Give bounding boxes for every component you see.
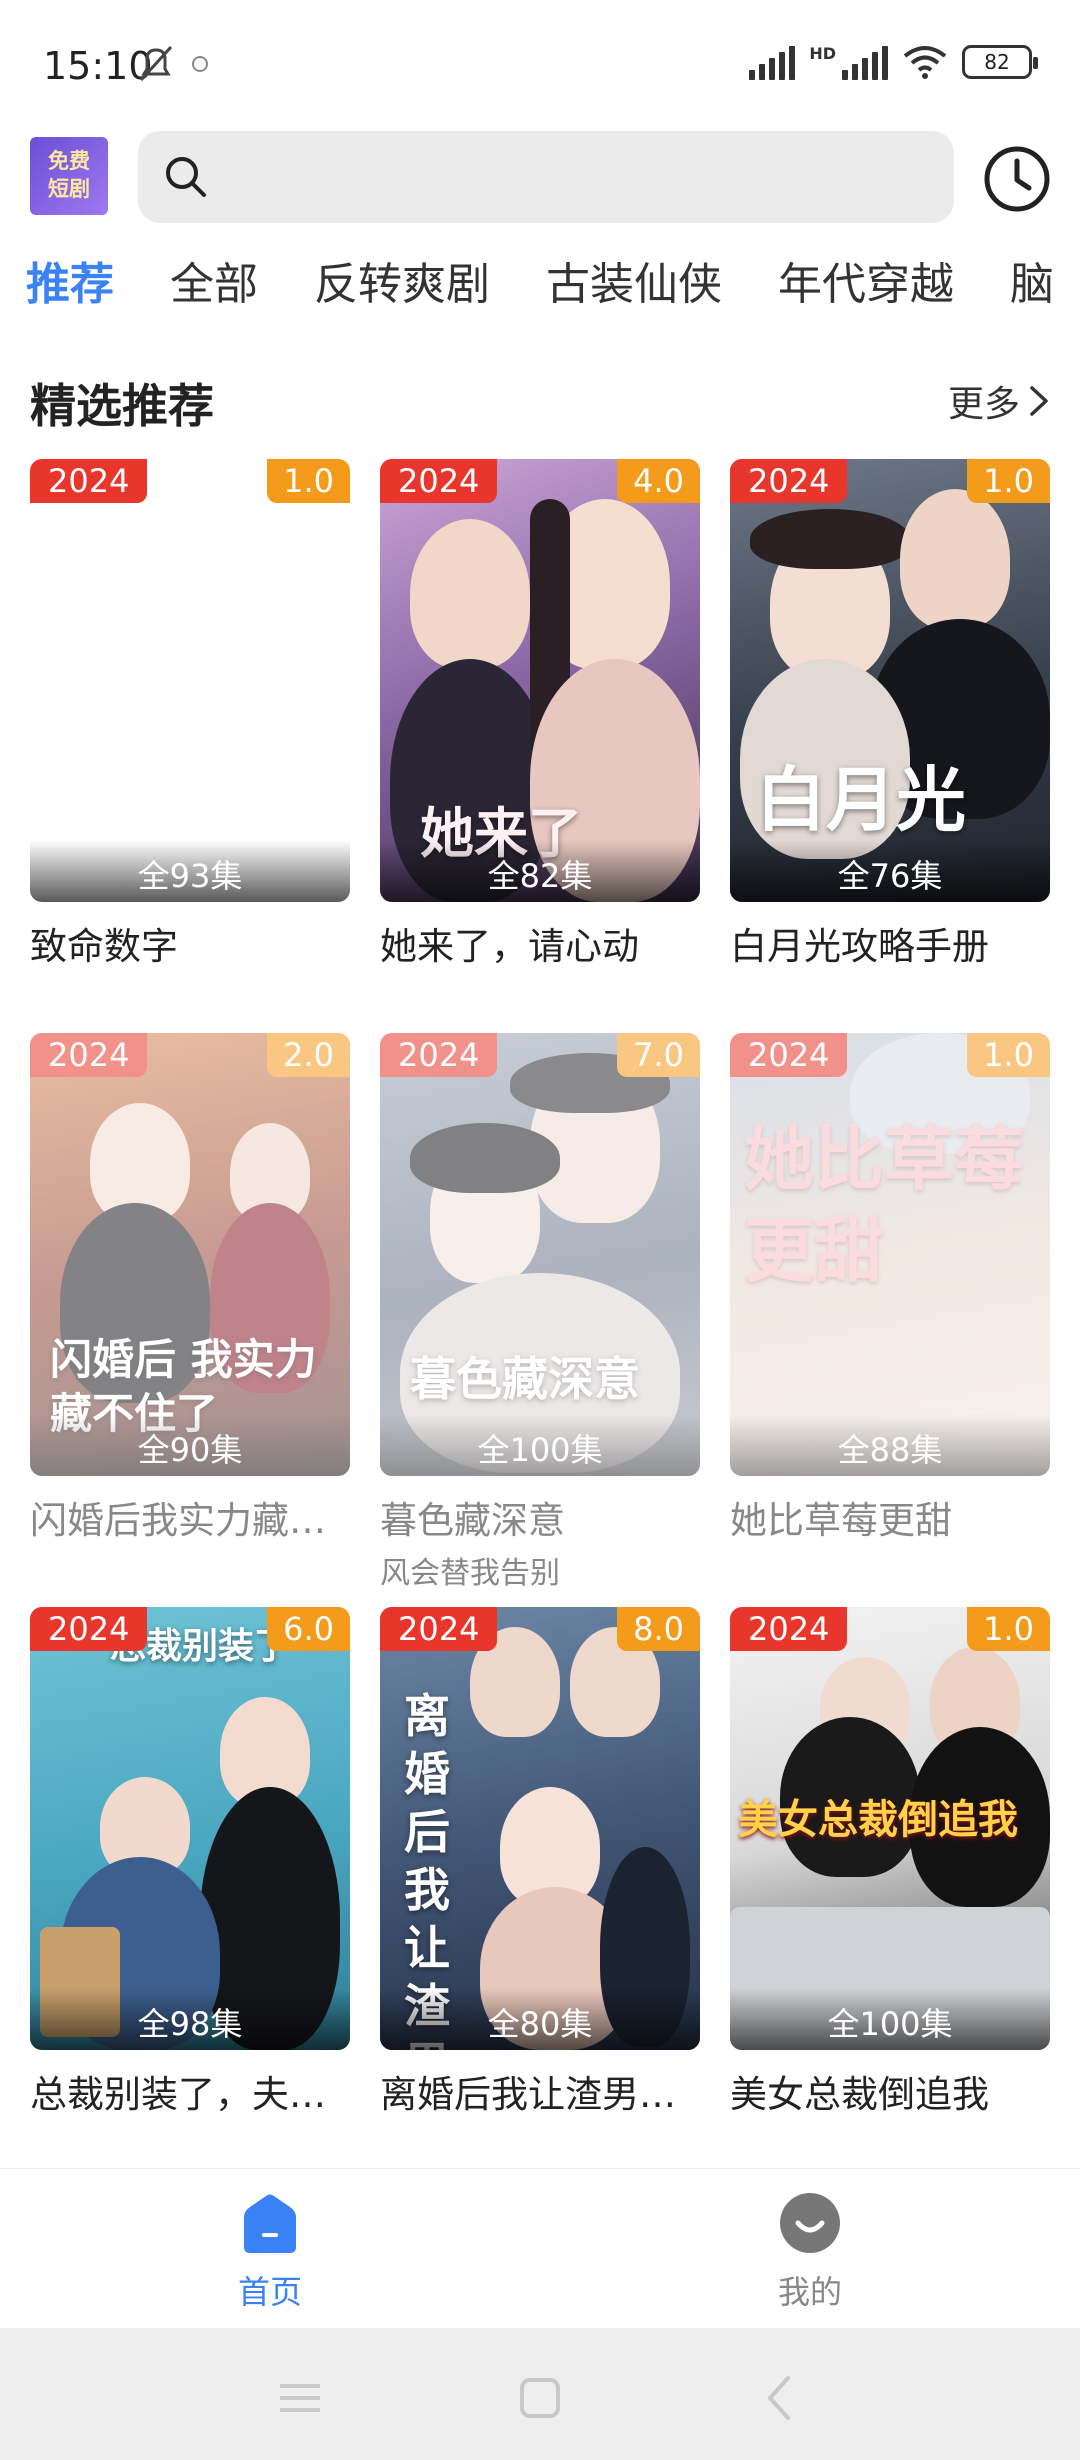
drama-poster[interactable]: 美女总裁倒追我 2024 1.0 全100集 bbox=[730, 1607, 1050, 2050]
nav-home-label: 首页 bbox=[237, 2273, 302, 2311]
year-badge: 2024 bbox=[380, 1607, 498, 1651]
nav-home[interactable]: 首页 bbox=[170, 2191, 370, 2313]
episode-count: 全82集 bbox=[380, 840, 700, 902]
drama-title[interactable]: 总裁别装了，夫人知道你是千亿大佬了 bbox=[30, 2064, 350, 2118]
logo-line2: 短剧 bbox=[48, 176, 90, 201]
status-time: 15:10 bbox=[43, 44, 153, 88]
drama-title[interactable]: 她比草莓更甜 bbox=[730, 1490, 1050, 1544]
tab-reversal[interactable]: 反转爽剧 bbox=[314, 255, 490, 335]
mute-icon bbox=[138, 44, 218, 93]
drama-card[interactable]: 美女总裁倒追我 2024 1.0 全100集 美女总裁倒追我 bbox=[730, 1607, 1050, 2118]
tab-more-cut[interactable]: 脑 bbox=[1010, 255, 1054, 335]
category-tabs: 推荐 全部 反转爽剧 古装仙侠 年代穿越 脑 bbox=[0, 255, 1080, 335]
search-icon bbox=[166, 157, 206, 197]
episode-count: 全93集 bbox=[30, 840, 350, 902]
drama-title[interactable]: 美女总裁倒追我 bbox=[730, 2064, 1050, 2118]
home-icon bbox=[244, 2194, 296, 2253]
year-badge: 2024 bbox=[380, 1033, 498, 1077]
poster-art-title: 白月光 bbox=[756, 758, 966, 841]
battery-icon: 82 bbox=[962, 45, 1038, 79]
header: 免费 短剧 推荐 全部 反转爽剧 古装仙侠 年代穿越 脑 bbox=[0, 125, 1080, 345]
more-link[interactable]: 更多 bbox=[948, 375, 1052, 427]
drama-title[interactable]: 致命数字 bbox=[30, 916, 350, 970]
tab-recommend[interactable]: 推荐 bbox=[26, 255, 114, 335]
signal-icon-2 bbox=[842, 44, 888, 80]
year-badge: 2024 bbox=[730, 1607, 848, 1651]
section-title: 精选推荐 bbox=[30, 379, 214, 433]
app-logo: 免费 短剧 bbox=[30, 137, 108, 215]
episode-count: 全98集 bbox=[30, 1988, 350, 2050]
nav-mine[interactable]: 我的 bbox=[710, 2191, 910, 2313]
menu-icon[interactable] bbox=[270, 2368, 330, 2428]
poster-art-title: 美女总裁倒追我 bbox=[738, 1796, 1018, 1843]
year-badge: 2024 bbox=[30, 459, 148, 503]
drama-card[interactable]: 2024 1.0 全93集 致命数字 bbox=[30, 459, 350, 970]
episode-count: 全76集 bbox=[730, 840, 1050, 902]
drama-poster[interactable]: 她比草莓 更甜 2024 1.0 全88集 bbox=[730, 1033, 1050, 1476]
drama-card[interactable]: 她来了 2024 4.0 全82集 她来了，请心动 bbox=[380, 459, 700, 970]
year-badge: 2024 bbox=[730, 1033, 848, 1077]
tab-era[interactable]: 年代穿越 bbox=[778, 255, 954, 335]
score-badge: 4.0 bbox=[617, 459, 700, 503]
wifi-icon bbox=[903, 46, 947, 79]
drama-card[interactable]: 白月光 2024 1.0 全76集 白月光攻略手册 bbox=[730, 459, 1050, 970]
score-badge: 2.0 bbox=[267, 1033, 350, 1077]
year-badge: 2024 bbox=[380, 459, 498, 503]
drama-title[interactable]: 白月光攻略手册 bbox=[730, 916, 1050, 970]
tab-costume[interactable]: 古装仙侠 bbox=[546, 255, 722, 335]
drama-card[interactable]: 暮色藏深意 2024 7.0 全100集 暮色藏深意 风会替我告别 bbox=[380, 1033, 700, 1592]
status-bar: 15:10 HD 82 bbox=[0, 0, 1080, 125]
search-input[interactable] bbox=[228, 131, 928, 223]
featured-section: 精选推荐 更多 2024 1.0 全93集 致命数字 她来了 2024 4.0 … bbox=[0, 345, 1080, 2168]
year-badge: 2024 bbox=[30, 1607, 148, 1651]
score-badge: 6.0 bbox=[267, 1607, 350, 1651]
system-nav-bar bbox=[0, 2328, 1080, 2460]
status-right: HD 82 bbox=[749, 44, 1038, 80]
score-badge: 1.0 bbox=[967, 459, 1050, 503]
more-label: 更多 bbox=[947, 384, 1020, 425]
drama-title[interactable]: 暮色藏深意 bbox=[380, 1490, 700, 1544]
drama-title[interactable]: 闪婚后我实力藏不住了 bbox=[30, 1490, 350, 1544]
search-box[interactable] bbox=[138, 131, 954, 223]
drama-title[interactable]: 她来了，请心动 bbox=[380, 916, 700, 970]
episode-count: 全100集 bbox=[380, 1414, 700, 1476]
episode-count: 全80集 bbox=[380, 1988, 700, 2050]
logo-line1: 免费 bbox=[48, 148, 90, 173]
drama-poster[interactable]: 2024 1.0 全93集 bbox=[30, 459, 350, 902]
drama-poster[interactable]: 总裁别装了 2024 6.0 全98集 bbox=[30, 1607, 350, 2050]
home-button-icon[interactable] bbox=[510, 2368, 570, 2428]
drama-subtitle: 风会替我告别 bbox=[380, 1556, 560, 1591]
drama-card[interactable]: 她比草莓 更甜 2024 1.0 全88集 她比草莓更甜 bbox=[730, 1033, 1050, 1544]
bottom-nav: 首页 我的 bbox=[0, 2168, 1080, 2328]
score-badge: 1.0 bbox=[967, 1607, 1050, 1651]
score-badge: 8.0 bbox=[617, 1607, 700, 1651]
drama-poster[interactable]: 暮色藏深意 2024 7.0 全100集 bbox=[380, 1033, 700, 1476]
signal-icon bbox=[749, 44, 796, 80]
drama-poster[interactable]: 闪婚后 我实力藏不住了 2024 2.0 全90集 bbox=[30, 1033, 350, 1476]
year-badge: 2024 bbox=[30, 1033, 148, 1077]
year-badge: 2024 bbox=[730, 459, 848, 503]
poster-art-title: 暮色藏深意 bbox=[410, 1352, 640, 1406]
hd-label: HD bbox=[809, 44, 836, 63]
episode-count: 全90集 bbox=[30, 1414, 350, 1476]
tab-all[interactable]: 全部 bbox=[170, 255, 258, 335]
score-badge: 1.0 bbox=[967, 1033, 1050, 1077]
score-badge: 7.0 bbox=[617, 1033, 700, 1077]
drama-title[interactable]: 离婚后我让渣男倾家荡产 bbox=[380, 2064, 700, 2118]
episode-count: 全88集 bbox=[730, 1414, 1050, 1476]
score-badge: 1.0 bbox=[267, 459, 350, 503]
poster-art-title: 她比草莓 更甜 bbox=[744, 1117, 1024, 1292]
drama-card[interactable]: 闪婚后 我实力藏不住了 2024 2.0 全90集 闪婚后我实力藏不住了 bbox=[30, 1033, 350, 1544]
nav-mine-label: 我的 bbox=[777, 2273, 842, 2311]
drama-poster[interactable]: 离婚后我让渣男倾家 2024 8.0 全80集 bbox=[380, 1607, 700, 2050]
back-icon[interactable] bbox=[750, 2368, 810, 2428]
drama-poster[interactable]: 她来了 2024 4.0 全82集 bbox=[380, 459, 700, 902]
episode-count: 全100集 bbox=[730, 1988, 1050, 2050]
drama-poster[interactable]: 白月光 2024 1.0 全76集 bbox=[730, 459, 1050, 902]
chevron-right-icon bbox=[1030, 386, 1048, 416]
history-icon[interactable] bbox=[983, 145, 1051, 213]
drama-card[interactable]: 离婚后我让渣男倾家 2024 8.0 全80集 离婚后我让渣男倾家荡产 bbox=[380, 1607, 700, 2118]
drama-card[interactable]: 总裁别装了 2024 6.0 全98集 总裁别装了，夫人知道你是千亿大佬了 bbox=[30, 1607, 350, 2118]
profile-icon bbox=[780, 2193, 840, 2253]
